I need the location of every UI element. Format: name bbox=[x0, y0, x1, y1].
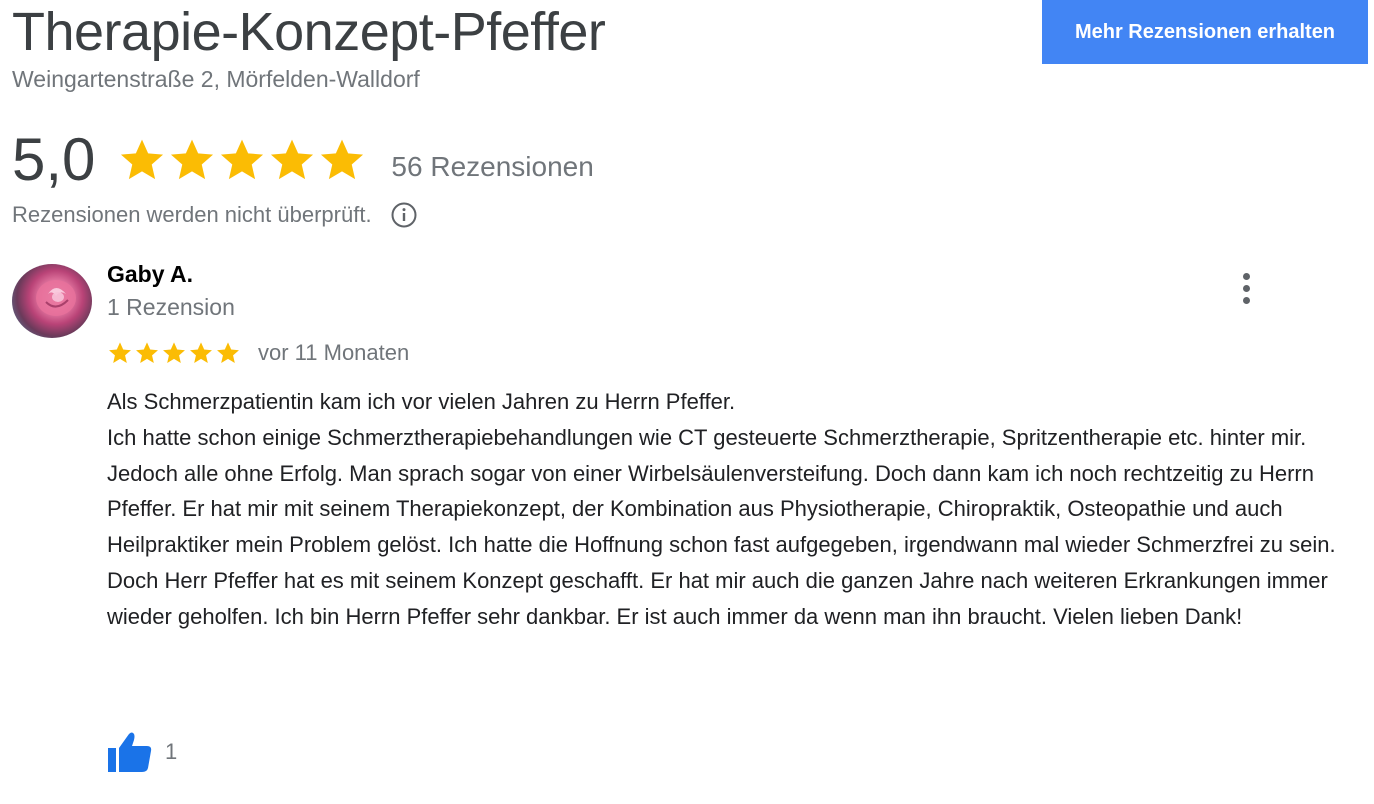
review-rating: vor 11 Monaten bbox=[107, 338, 409, 368]
review-text: Als Schmerzpatientin kam ich vor vielen … bbox=[107, 384, 1337, 635]
star-icon bbox=[136, 342, 158, 363]
avatar[interactable] bbox=[12, 264, 92, 338]
thumb-up-icon bbox=[108, 732, 152, 772]
star-icon bbox=[171, 139, 214, 180]
review-like-row: 1 bbox=[107, 730, 177, 774]
business-address: Weingartenstraße 2, Mörfelden-Walldorf bbox=[12, 66, 420, 92]
get-more-reviews-button[interactable]: Mehr Rezensionen erhalten bbox=[1042, 0, 1368, 64]
star-icon bbox=[271, 139, 314, 180]
more-vert-icon bbox=[1242, 284, 1250, 292]
star-icon bbox=[163, 342, 185, 363]
like-button[interactable] bbox=[107, 730, 153, 774]
review-count-link[interactable]: 56 Rezensionen bbox=[391, 137, 593, 183]
average-rating: 5,0 bbox=[12, 126, 96, 193]
review-text-line: Ich hatte schon einige Schmerztherapiebe… bbox=[107, 424, 1336, 629]
summary-stars bbox=[117, 135, 367, 185]
review-text-line: Als Schmerzpatientin kam ich vor vielen … bbox=[107, 389, 736, 414]
disclaimer: Rezensionen werden nicht überprüft. bbox=[12, 200, 418, 230]
disclaimer-text: Rezensionen werden nicht überprüft. bbox=[12, 202, 372, 227]
star-icon bbox=[190, 342, 212, 363]
business-name: Therapie-Konzept-Pfeffer bbox=[12, 2, 606, 62]
more-options-button[interactable] bbox=[1230, 266, 1262, 310]
review-time: vor 11 Monaten bbox=[258, 340, 410, 365]
review-author-meta: 1 Rezension bbox=[107, 294, 235, 320]
star-icon bbox=[109, 342, 131, 363]
star-icon bbox=[221, 139, 264, 180]
star-icon bbox=[121, 139, 164, 180]
review-author-name[interactable]: Gaby A. bbox=[107, 259, 193, 289]
more-vert-icon bbox=[1242, 296, 1250, 304]
like-count: 1 bbox=[165, 739, 178, 764]
more-vert-icon bbox=[1242, 272, 1250, 280]
star-icon bbox=[321, 139, 364, 180]
info-icon[interactable] bbox=[390, 201, 418, 229]
rating-summary: 5,0 56 Rezensionen bbox=[12, 124, 594, 196]
star-icon bbox=[217, 342, 239, 363]
review-widget: Therapie-Konzept-Pfeffer Weingartenstraß… bbox=[0, 0, 1374, 804]
